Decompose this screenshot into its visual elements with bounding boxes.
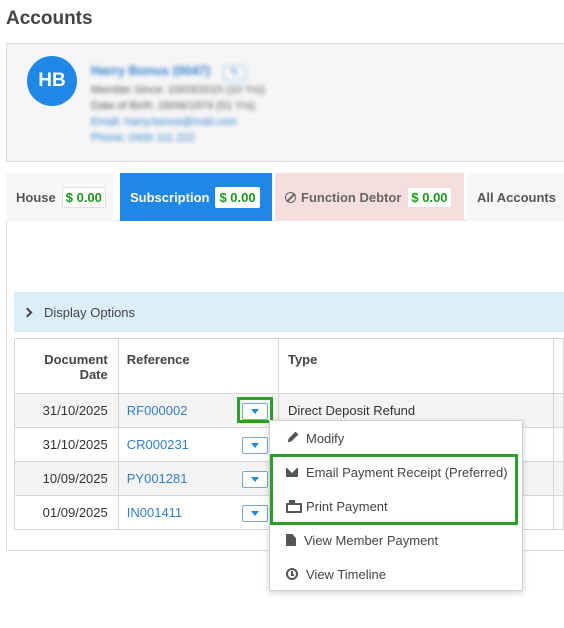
member-email-link[interactable]: Email: harry.bonus@mail.com [91, 115, 265, 129]
table-header-row: Document Date Reference Type [14, 338, 564, 394]
balance-badge: $ 0.00 [215, 186, 260, 208]
extra-cell [553, 427, 564, 462]
menu-item-label: View Timeline [306, 566, 386, 582]
display-options-label: Display Options [44, 304, 136, 320]
tab-label: Function Debtor [301, 189, 402, 205]
caret-down-icon [250, 477, 259, 482]
caret-highlight-box [237, 397, 273, 423]
display-options-toggle[interactable]: Display Options [14, 292, 564, 332]
reference-link[interactable]: PY001281 [127, 471, 188, 486]
tab-label: Subscription [130, 189, 210, 205]
menu-item-label: View Member Payment [304, 532, 439, 548]
tab-subscription[interactable]: Subscription $ 0.00 [120, 173, 272, 221]
document-date: 31/10/2025 [14, 393, 119, 428]
tab-label: All Accounts [477, 189, 556, 205]
file-icon [286, 534, 296, 546]
caret-down-icon [250, 443, 259, 448]
tab-all-accounts[interactable]: All Accounts [467, 173, 564, 221]
page-title: Accounts [6, 8, 93, 29]
reference-cell: PY001281 [117, 461, 279, 496]
member-detail: Member Since: 10/03/2015 (10 Yrs) [91, 84, 266, 96]
member-info: Harry Bonus (0047) ✎ Member Since: 10/03… [91, 64, 265, 145]
caret-down-icon [250, 511, 259, 516]
document-date: 10/09/2025 [14, 461, 119, 496]
document-date: 01/09/2025 [14, 495, 119, 530]
tab-house[interactable]: House $ 0.00 [6, 173, 114, 221]
member-detail: Date of Birth: 26/06/1974 (51 Yrs) [91, 100, 256, 112]
reference-cell: IN001411 [117, 495, 279, 530]
tab-label: House [16, 189, 56, 205]
row-actions-dropdown-button[interactable] [241, 505, 268, 522]
tab-function-debtor[interactable]: Function Debtor $ 0.00 [275, 173, 464, 221]
extra-cell [553, 461, 564, 496]
chevron-right-icon [22, 307, 33, 317]
ban-icon [285, 191, 296, 203]
menu-item-view-member-payment[interactable]: View Member Payment [270, 523, 522, 557]
member-card: HB Harry Bonus (0047) ✎ Member Since: 10… [6, 43, 564, 162]
clock-icon [286, 568, 298, 580]
avatar: HB [27, 56, 77, 106]
pencil-icon [284, 430, 301, 447]
column-header-type[interactable]: Type [277, 338, 555, 394]
column-header-extra [553, 338, 564, 394]
row-actions-dropdown-button[interactable] [241, 437, 268, 454]
menu-item-view-timeline[interactable]: View Timeline [270, 557, 522, 591]
member-name[interactable]: Harry Bonus (0047) [91, 63, 210, 78]
menu-item-label: Modify [306, 430, 345, 446]
account-tabs: House $ 0.00 Subscription $ 0.00 Functio… [6, 173, 564, 221]
header-label: Document [44, 352, 108, 367]
row-actions-dropdown-button[interactable] [241, 471, 268, 488]
reference-link[interactable]: RF000002 [127, 403, 188, 418]
reference-link[interactable]: CR000231 [127, 437, 189, 452]
document-date: 31/10/2025 [14, 427, 119, 462]
member-edit-button[interactable]: ✎ [223, 65, 246, 81]
balance-badge: $ 0.00 [61, 186, 106, 208]
balance-badge: $ 0.00 [407, 186, 452, 208]
column-header-document-date[interactable]: Document Date [14, 338, 119, 394]
menu-highlight-box [270, 454, 518, 525]
member-phone-link[interactable]: Phone: 0400 111 222 [91, 131, 265, 145]
reference-link[interactable]: IN001411 [127, 505, 182, 520]
extra-cell [553, 495, 564, 530]
extra-cell [553, 393, 564, 428]
column-header-reference[interactable]: Reference [117, 338, 279, 394]
header-label: Date [79, 367, 108, 382]
menu-item-modify[interactable]: Modify [270, 421, 522, 455]
reference-cell: CR000231 [117, 427, 279, 462]
